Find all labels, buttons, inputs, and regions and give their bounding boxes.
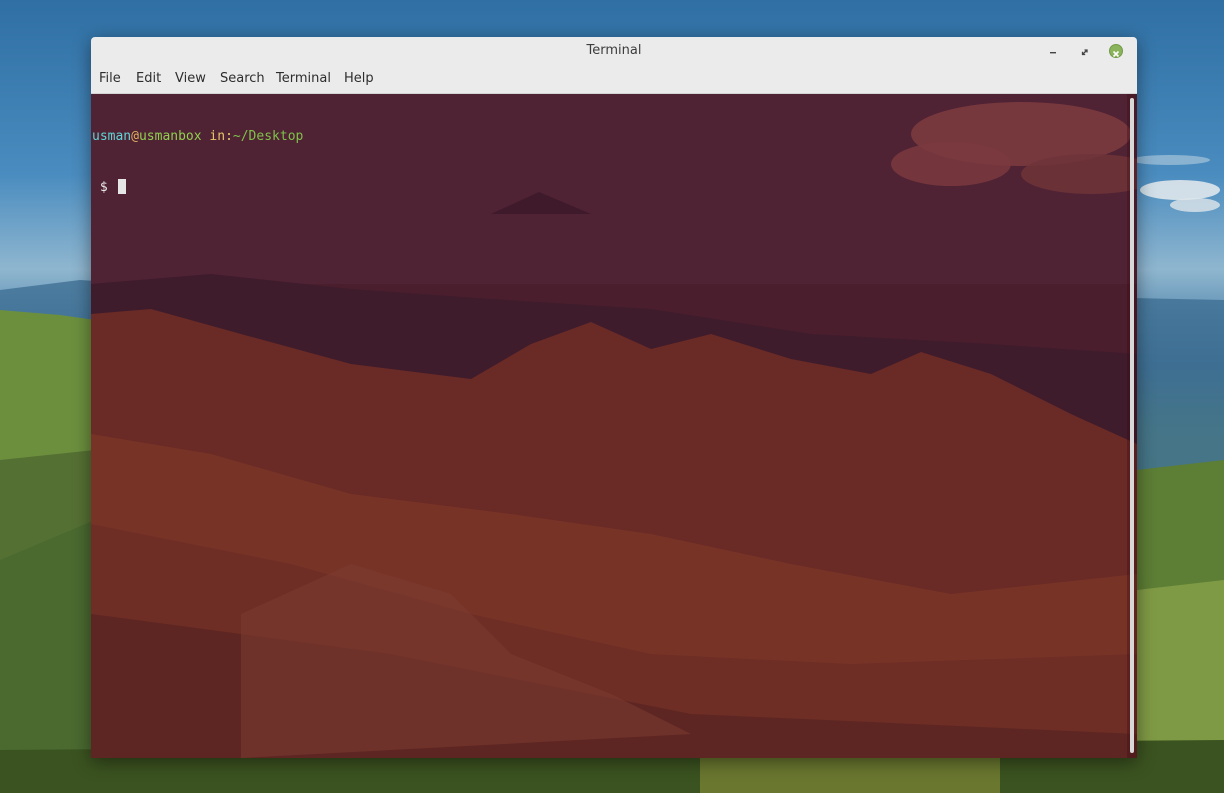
menu-view[interactable]: View bbox=[175, 65, 206, 93]
minimize-icon[interactable] bbox=[1046, 44, 1060, 58]
prompt-path: ~/Desktop bbox=[232, 129, 304, 144]
menu-bar: File Edit View Search Terminal Help bbox=[91, 65, 1137, 94]
maximize-icon[interactable] bbox=[1078, 44, 1092, 58]
input-line[interactable]: $ bbox=[92, 179, 303, 196]
prompt-host: usmanbox bbox=[138, 129, 202, 144]
close-icon[interactable] bbox=[1109, 44, 1123, 58]
window-title: Terminal bbox=[586, 43, 642, 58]
menu-file[interactable]: File bbox=[99, 65, 121, 93]
text-cursor bbox=[118, 179, 127, 194]
prompt-user: usman bbox=[92, 129, 132, 144]
menu-search[interactable]: Search bbox=[220, 65, 265, 93]
scrollbar-thumb[interactable] bbox=[1130, 98, 1134, 753]
terminal-scrollbar[interactable] bbox=[1127, 94, 1137, 758]
title-bar[interactable]: Terminal bbox=[91, 37, 1137, 66]
menu-help[interactable]: Help bbox=[344, 65, 374, 93]
prompt-at: @ bbox=[131, 129, 139, 144]
menu-edit[interactable]: Edit bbox=[136, 65, 161, 93]
prompt-symbol: $ bbox=[92, 180, 116, 195]
menu-terminal[interactable]: Terminal bbox=[276, 65, 331, 93]
terminal-output: usman@usmanbox in:~/Desktop $ bbox=[92, 94, 303, 230]
terminal-area[interactable]: usman@usmanbox in:~/Desktop $ bbox=[91, 94, 1137, 758]
prompt-line: usman@usmanbox in:~/Desktop bbox=[92, 128, 303, 145]
prompt-in: in: bbox=[201, 129, 233, 144]
terminal-window: Terminal File Edit View Search Terminal … bbox=[91, 37, 1137, 758]
